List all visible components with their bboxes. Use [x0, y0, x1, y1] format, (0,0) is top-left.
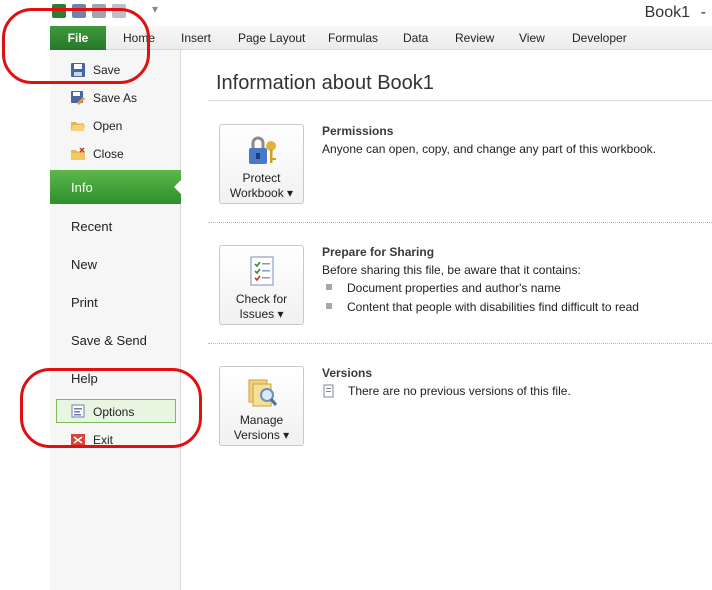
protect-workbook-label-1: Protect — [242, 171, 281, 185]
tab-page-layout[interactable]: Page Layout — [238, 26, 305, 50]
permissions-description: Anyone can open, copy, and change any pa… — [322, 142, 656, 156]
versions-section: Manage Versions ▾ Versions There are no … — [208, 366, 712, 486]
bullet-icon — [326, 284, 332, 290]
annotation-circle — [2, 8, 150, 84]
save-as-icon — [71, 91, 85, 105]
nav-info-label: Info — [71, 180, 93, 195]
page-title: Information about Book1 — [216, 72, 434, 94]
close-label: Close — [93, 147, 124, 161]
open-folder-icon — [71, 122, 86, 131]
save-as-label: Save As — [93, 91, 138, 105]
lock-key-icon — [249, 136, 276, 164]
tab-data[interactable]: Data — [403, 26, 428, 50]
check-for-issues-label-1: Check for — [235, 292, 288, 306]
tab-insert[interactable]: Insert — [181, 26, 211, 50]
permissions-section: Protect Workbook ▾ Permissions Anyone ca… — [208, 124, 712, 244]
tab-developer[interactable]: Developer — [572, 26, 627, 50]
document-icon — [323, 384, 334, 398]
versions-magnifier-icon — [248, 379, 278, 407]
permissions-title: Permissions — [322, 124, 394, 138]
close-command[interactable]: Close — [50, 141, 181, 167]
selected-indicator — [174, 179, 182, 195]
save-as-command[interactable]: Save As — [50, 85, 181, 111]
open-label: Open — [93, 119, 123, 133]
manage-versions-button[interactable]: Manage Versions ▾ — [219, 366, 304, 446]
nav-new-label: New — [71, 257, 98, 272]
nav-print[interactable]: Print — [50, 285, 181, 319]
nav-save-send-label: Save & Send — [71, 333, 147, 348]
prepare-item: Document properties and author's name — [347, 281, 561, 295]
nav-save-send[interactable]: Save & Send — [50, 323, 181, 357]
tab-review[interactable]: Review — [455, 26, 494, 50]
prepare-item: Content that people with disabilities fi… — [347, 300, 639, 314]
nav-recent-label: Recent — [71, 219, 113, 234]
minimize-icon[interactable]: - — [701, 4, 706, 22]
checklist-icon — [250, 256, 274, 286]
prepare-sharing-description: Before sharing this file, be aware that … — [322, 263, 581, 277]
section-divider — [208, 343, 712, 344]
prepare-sharing-title: Prepare for Sharing — [322, 245, 435, 259]
section-divider — [208, 222, 712, 223]
backstage-nav: Save Save As Open Close Info Recent New … — [50, 50, 182, 590]
check-for-issues-label-2: Issues ▾ — [239, 307, 284, 321]
nav-new[interactable]: New — [50, 247, 181, 281]
close-folder-icon — [71, 147, 85, 160]
manage-versions-label-2: Versions ▾ — [233, 428, 290, 442]
tab-formulas[interactable]: Formulas — [328, 26, 378, 50]
manage-versions-label-1: Manage — [239, 413, 284, 427]
versions-description: There are no previous versions of this f… — [348, 384, 571, 398]
window-title: Book1 — [644, 4, 690, 21]
nav-print-label: Print — [71, 295, 98, 310]
nav-info[interactable]: Info — [50, 170, 182, 204]
customize-qat-icon[interactable]: ▾ — [152, 2, 158, 16]
title-divider — [208, 100, 712, 101]
annotation-circle — [20, 368, 202, 448]
bullet-icon — [326, 303, 332, 309]
protect-workbook-button[interactable]: Protect Workbook ▾ — [219, 124, 304, 204]
versions-title: Versions — [322, 366, 373, 380]
protect-workbook-label-2: Workbook ▾ — [229, 186, 294, 200]
open-command[interactable]: Open — [50, 113, 181, 139]
prepare-sharing-section: Check for Issues ▾ Prepare for Sharing B… — [208, 245, 712, 365]
tab-view[interactable]: View — [519, 26, 545, 50]
check-for-issues-button[interactable]: Check for Issues ▾ — [219, 245, 304, 325]
nav-recent[interactable]: Recent — [50, 209, 181, 243]
